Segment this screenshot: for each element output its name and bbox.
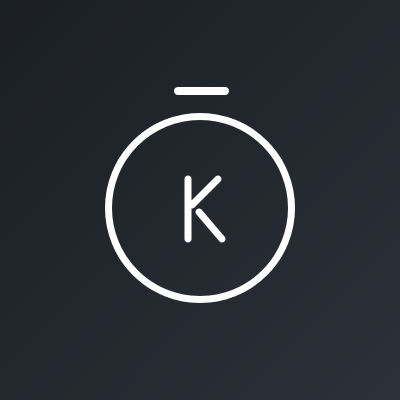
stopwatch-face <box>105 113 295 303</box>
k-letter-glyph <box>184 175 226 243</box>
stopwatch-icon <box>105 87 295 303</box>
app-logo: K <box>0 0 400 400</box>
